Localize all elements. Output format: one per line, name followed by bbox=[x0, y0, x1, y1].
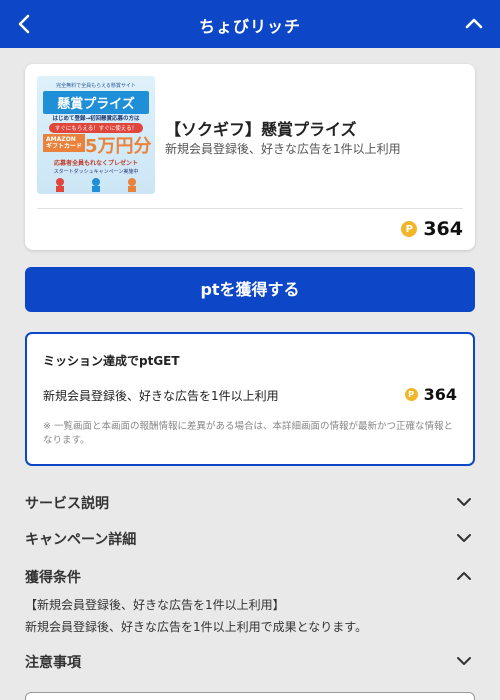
offer-card: 完全無料で全員もらえる懸賞サイト 懸賞プライズ はじめて登録→初回懸賞応募の方は… bbox=[25, 64, 475, 250]
offer-title: 【ソクギフ】懸賞プライズ bbox=[165, 120, 357, 139]
banner-amount: 5万円分 bbox=[85, 136, 152, 157]
chevron-down-icon bbox=[457, 657, 471, 665]
section-acquisition-conditions[interactable]: 獲得条件 bbox=[25, 564, 475, 588]
banner-subtext: はじめて登録→初回懸賞応募の方は bbox=[52, 116, 140, 122]
condition-heading: 【新規会員登録後、好きな広告を1件以上利用】 bbox=[25, 598, 285, 612]
get-points-button[interactable]: ptを獲得する bbox=[25, 267, 475, 312]
banner-present-text: 応募者全員もれなくプレゼント bbox=[53, 160, 138, 167]
section-label: 獲得条件 bbox=[25, 570, 81, 586]
offer-banner-image: 完全無料で全員もらえる懸賞サイト 懸賞プライズ はじめて登録→初回懸賞応募の方は… bbox=[37, 76, 155, 194]
banner-amazon-label: AMAZON ギフトカード bbox=[43, 134, 86, 153]
mission-item: 新規会員登録後、好きな広告を1件以上利用 bbox=[43, 389, 279, 403]
condition-text: 新規会員登録後、好きな広告を1件以上利用で成果となります。 bbox=[25, 620, 368, 634]
banner-title: 懸賞プライズ bbox=[43, 91, 149, 114]
banner-people-illustration bbox=[56, 178, 136, 192]
chevron-up-icon bbox=[457, 572, 471, 580]
section-notes[interactable]: 注意事項 bbox=[25, 649, 475, 673]
points-value: 364 bbox=[423, 218, 463, 240]
bottom-panel bbox=[25, 692, 475, 700]
section-label: キャンペーン詳細 bbox=[25, 532, 137, 548]
point-coin-icon: P bbox=[404, 388, 418, 401]
offer-points: P 364 bbox=[401, 218, 463, 240]
banner-tagline: 完全無料で全員もらえる懸賞サイト bbox=[56, 83, 136, 89]
section-service-description[interactable]: サービス説明 bbox=[25, 490, 475, 514]
points-value: 364 bbox=[423, 385, 457, 404]
point-coin-icon: P bbox=[401, 221, 418, 237]
mission-title: ミッション達成でptGET bbox=[43, 354, 180, 368]
offer-description: 新規会員登録後、好きな広告を1件以上利用 bbox=[165, 142, 401, 156]
mission-note: ※ 一覧画面と本画面の報酬情報に差異がある場合は、本詳細画面の情報が最新かつ正確… bbox=[43, 421, 453, 447]
section-label: 注意事項 bbox=[25, 655, 81, 671]
section-label: サービス説明 bbox=[25, 496, 109, 512]
banner-campaign-text: スタートダッシュキャンペーン実施中 bbox=[53, 169, 139, 175]
app-header: ちょびリッチ bbox=[0, 0, 500, 48]
divider bbox=[37, 208, 463, 209]
chevron-down-icon bbox=[457, 534, 471, 542]
mission-box: ミッション達成でptGET 新規会員登録後、好きな広告を1件以上利用 P 364… bbox=[25, 332, 475, 466]
section-campaign-details[interactable]: キャンペーン詳細 bbox=[25, 526, 475, 550]
chevron-up-icon[interactable] bbox=[462, 12, 486, 36]
mission-points: P 364 bbox=[404, 385, 457, 404]
chevron-down-icon bbox=[457, 498, 471, 506]
page-title: ちょびリッチ bbox=[198, 17, 301, 36]
